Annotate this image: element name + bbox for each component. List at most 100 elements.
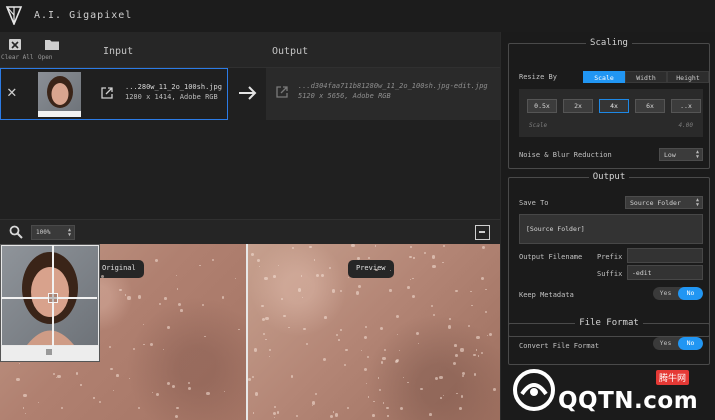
prefix-label: Prefix <box>597 253 623 261</box>
skin-texture-speck <box>338 339 340 342</box>
folder-icon <box>45 40 59 50</box>
scale-option-0-5x[interactable]: 0.5x <box>527 99 557 113</box>
scale-option-2x[interactable]: 2x <box>563 99 593 113</box>
toggle-no[interactable]: No <box>678 337 703 350</box>
skin-texture-speck <box>251 375 255 379</box>
skin-texture-speck <box>431 255 435 259</box>
resize-mode-width[interactable]: Width <box>625 71 667 83</box>
skin-texture-speck <box>149 342 153 346</box>
resize-mode-height[interactable]: Height <box>667 71 709 83</box>
open-button[interactable]: Open <box>38 38 66 61</box>
search-icon[interactable] <box>9 225 23 239</box>
prefix-input[interactable] <box>627 248 703 263</box>
skin-texture-speck <box>22 407 25 410</box>
open-external-icon[interactable] <box>276 86 288 98</box>
skin-texture-speck <box>355 291 359 295</box>
skin-texture-speck <box>383 402 385 404</box>
skin-texture-speck <box>345 348 348 352</box>
output-column-header: Output <box>272 46 309 57</box>
convert-format-toggle[interactable]: Yes No <box>653 337 703 350</box>
skin-texture-speck <box>323 316 327 319</box>
toggle-yes[interactable]: Yes <box>653 287 678 300</box>
skin-texture-speck <box>281 297 284 300</box>
skin-texture-speck <box>363 335 367 339</box>
collapse-preview-button[interactable] <box>475 225 490 240</box>
skin-texture-speck <box>301 297 303 299</box>
skin-texture-speck <box>372 400 375 403</box>
output-file-name: ...d304faa711b81280w_11_2o_100sh.jpg-edi… <box>298 82 488 90</box>
skin-texture-speck <box>435 377 439 381</box>
skin-texture-speck <box>137 406 141 410</box>
skin-texture-speck <box>163 348 165 351</box>
keep-metadata-toggle[interactable]: Yes No <box>653 287 703 300</box>
noise-reduction-select[interactable]: Low ▲ ▼ <box>659 148 703 161</box>
skin-texture-speck <box>357 257 360 260</box>
preview-label: Preview <box>348 260 394 278</box>
save-to-select[interactable]: Source Folder ▲ ▼ <box>625 196 703 209</box>
skin-texture-speck <box>143 323 145 326</box>
skin-texture-speck <box>16 377 20 381</box>
zoom-select[interactable]: 100% ▲ ▼ <box>31 225 75 240</box>
skin-texture-speck <box>480 276 484 280</box>
output-group: Output Save To Source Folder ▲ ▼ [Source … <box>508 172 710 337</box>
skin-texture-speck <box>386 406 389 410</box>
scale-value: 4.00 <box>678 122 693 129</box>
watermark-logo-icon <box>513 369 555 411</box>
skin-texture-speck <box>407 286 411 289</box>
resize-mode-segmented: Scale Width Height <box>583 71 709 83</box>
toggle-yes[interactable]: Yes <box>653 337 678 350</box>
skin-texture-speck <box>143 343 145 346</box>
skin-texture-speck <box>412 277 414 280</box>
input-file-row[interactable]: ✕ ...280w_11_2o_100sh.jpg 1280 x 1414, A… <box>0 68 228 120</box>
skin-texture-speck <box>379 327 383 331</box>
scale-option-6x[interactable]: 6x <box>635 99 665 113</box>
navigator-viewport[interactable] <box>48 293 58 303</box>
skin-texture-speck <box>212 258 215 261</box>
scaling-title: Scaling <box>586 38 632 48</box>
skin-texture-speck <box>253 348 258 352</box>
preview-pane[interactable]: Preview <box>248 244 500 420</box>
skin-texture-speck <box>297 288 301 292</box>
skin-texture-speck <box>151 391 154 394</box>
watermark-text: QQTN.com <box>558 388 699 414</box>
skin-texture-speck <box>306 343 309 346</box>
skin-texture-speck <box>460 348 464 352</box>
remove-file-icon[interactable]: ✕ <box>7 84 17 100</box>
skin-texture-speck <box>295 414 298 417</box>
skin-texture-speck <box>458 407 462 411</box>
skin-texture-speck <box>395 314 400 319</box>
arrow-right-icon <box>239 86 257 100</box>
skin-texture-speck <box>455 289 459 293</box>
open-external-icon[interactable] <box>101 87 113 99</box>
skin-texture-speck <box>252 412 255 414</box>
skin-texture-speck <box>417 343 419 345</box>
scale-label: Scale <box>529 122 548 129</box>
skin-texture-speck <box>175 406 179 410</box>
clear-all-button[interactable]: Clear All <box>1 38 34 61</box>
resize-mode-scale[interactable]: Scale <box>583 71 625 83</box>
navigator-handle[interactable] <box>46 349 52 355</box>
skin-texture-speck <box>454 344 457 347</box>
skin-texture-speck <box>492 388 496 392</box>
stepper-arrows-icon: ▲ ▼ <box>695 197 699 208</box>
skin-texture-speck <box>374 268 378 272</box>
suffix-input[interactable]: -edit <box>627 265 703 280</box>
skin-texture-speck <box>278 265 280 267</box>
navigator-thumbnail[interactable] <box>0 244 100 362</box>
skin-texture-speck <box>360 350 362 352</box>
output-file-meta: 5120 x 5656, Adobe RGB <box>298 92 391 100</box>
skin-texture-speck <box>408 255 412 259</box>
skin-texture-speck <box>261 304 264 308</box>
skin-texture-speck <box>456 393 458 395</box>
skin-texture-speck <box>379 388 382 391</box>
skin-texture-speck <box>335 333 339 336</box>
skin-texture-speck <box>439 375 443 380</box>
source-folder-field[interactable]: [Source Folder] <box>519 214 703 244</box>
scale-option-custom[interactable]: ..x <box>671 99 701 113</box>
skin-texture-speck <box>409 278 411 280</box>
skin-texture-speck <box>221 296 225 299</box>
skin-texture-speck <box>109 367 113 371</box>
scale-option-4x[interactable]: 4x <box>599 99 629 113</box>
skin-texture-speck <box>347 277 349 279</box>
toggle-no[interactable]: No <box>678 287 703 300</box>
